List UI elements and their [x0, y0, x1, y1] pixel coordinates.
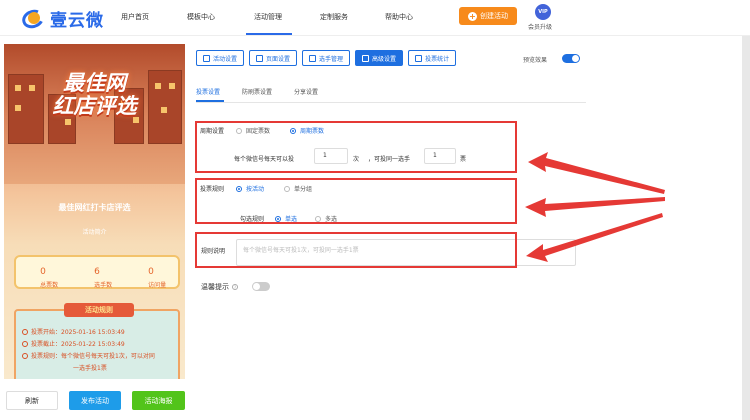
annotation-arrows	[525, 152, 665, 262]
arrow-to-cycle	[528, 152, 665, 194]
arrow-to-rule-desc	[526, 213, 663, 262]
page: 壹云微 用户首页 模板中心 活动管理 定制服务 帮助中心 + 创建活动 VIP …	[0, 0, 750, 420]
arrow-to-vote-rule	[525, 197, 665, 217]
right-scroll-strip[interactable]	[742, 36, 750, 420]
